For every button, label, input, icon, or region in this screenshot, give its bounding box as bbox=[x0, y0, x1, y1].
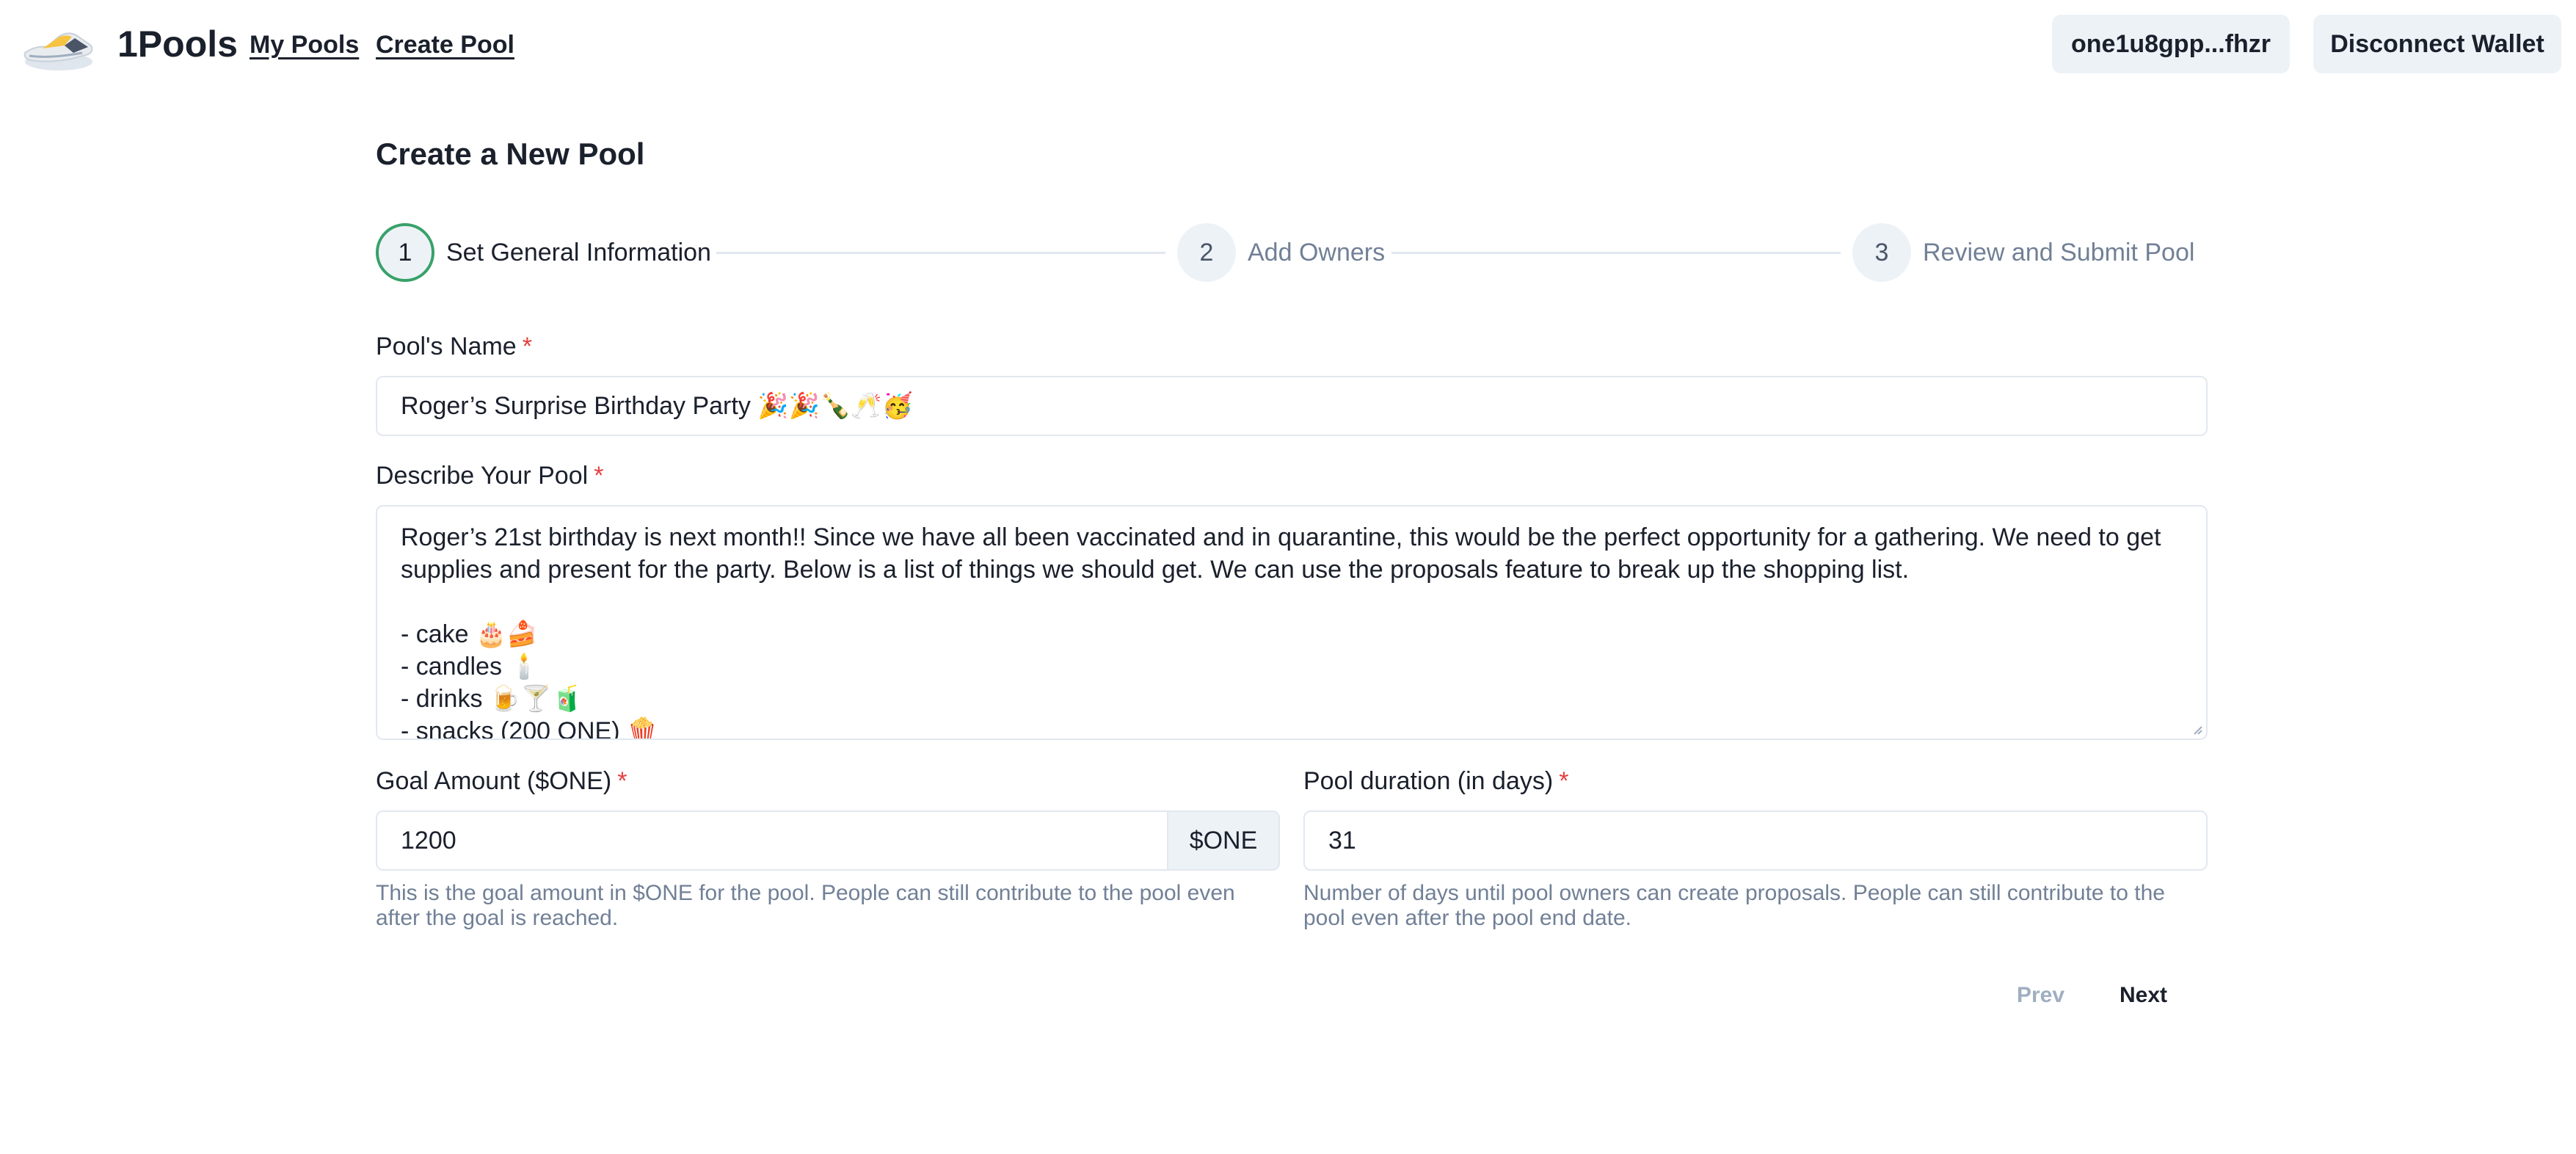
wallet-address-button[interactable]: one1u8gpp...fhzr bbox=[2052, 15, 2290, 73]
nav-create-pool-link[interactable]: Create Pool bbox=[376, 29, 514, 60]
top-header: 1Pools My Pools Create Pool one1u8gpp...… bbox=[0, 0, 2576, 88]
description-label-text: Describe Your Pool bbox=[376, 462, 589, 490]
duration-input[interactable]: 31 bbox=[1303, 810, 2208, 871]
required-marker: * bbox=[617, 767, 627, 795]
pool-name-label-text: Pool's Name bbox=[376, 333, 517, 360]
step-2-indicator[interactable]: 2 bbox=[1177, 223, 1236, 282]
required-marker: * bbox=[594, 462, 604, 490]
prev-button[interactable]: Prev bbox=[2017, 981, 2064, 1010]
required-marker: * bbox=[1559, 767, 1569, 795]
currency-addon: $ONE bbox=[1168, 810, 1280, 871]
pool-name-input[interactable]: Roger’s Surprise Birthday Party 🎉🎉🍾🥂🥳 bbox=[376, 376, 2208, 436]
step-1-label: Set General Information bbox=[446, 239, 711, 266]
description-text: Roger’s 21st birthday is next month!! Si… bbox=[401, 523, 2161, 740]
step-3-label: Review and Submit Pool bbox=[1923, 239, 2195, 266]
duration-label: Pool duration (in days) * bbox=[1303, 765, 1568, 797]
brand-title[interactable]: 1Pools bbox=[117, 22, 238, 66]
goal-amount-input[interactable]: 1200 bbox=[376, 810, 1168, 871]
step-3-indicator[interactable]: 3 bbox=[1852, 223, 1911, 282]
nav-my-pools-link[interactable]: My Pools bbox=[250, 29, 359, 60]
goal-amount-helper: This is the goal amount in $ONE for the … bbox=[376, 881, 1235, 930]
next-button[interactable]: Next bbox=[2120, 981, 2167, 1010]
goal-amount-label: Goal Amount ($ONE) * bbox=[376, 765, 627, 797]
required-marker: * bbox=[522, 333, 532, 360]
logo-shoe-icon[interactable] bbox=[21, 21, 97, 76]
step-1-indicator[interactable]: 1 bbox=[376, 223, 434, 282]
page-title: Create a New Pool bbox=[376, 137, 645, 171]
step-connector-2 bbox=[1391, 252, 1841, 254]
pool-name-label: Pool's Name * bbox=[376, 330, 532, 363]
duration-label-text: Pool duration (in days) bbox=[1303, 767, 1554, 795]
disconnect-wallet-button[interactable]: Disconnect Wallet bbox=[2313, 15, 2561, 73]
duration-helper: Number of days until pool owners can cre… bbox=[1303, 881, 2165, 930]
description-label: Describe Your Pool * bbox=[376, 460, 603, 492]
goal-amount-label-text: Goal Amount ($ONE) bbox=[376, 767, 612, 795]
description-textarea[interactable]: Roger’s 21st birthday is next month!! Si… bbox=[376, 505, 2208, 740]
step-2-label: Add Owners bbox=[1248, 239, 1386, 266]
resize-grip-icon[interactable] bbox=[2191, 724, 2203, 736]
step-connector-1 bbox=[716, 252, 1165, 254]
